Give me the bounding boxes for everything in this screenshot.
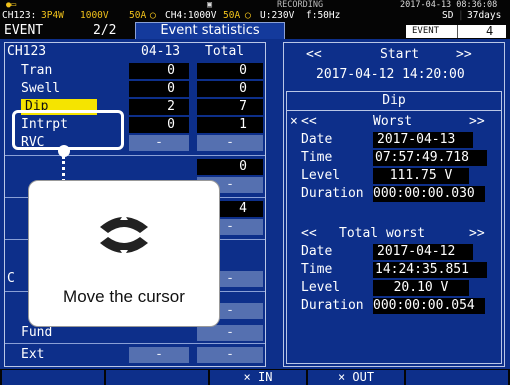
screen-title: Event statistics xyxy=(135,22,285,39)
detail-panel: << Start >> 2017-04-12 14:20:00 Dip × <<… xyxy=(283,42,505,367)
power-icon: ●▭ xyxy=(6,0,17,10)
worst-title: Worst xyxy=(373,114,413,129)
channel-bar: CH123: 3P4W 1000V 50A ◯ CH4:1000V 50A ◯ … xyxy=(0,10,510,22)
remaining-days: 37days xyxy=(467,10,502,21)
table-row[interactable]: Tran 0 0 xyxy=(5,61,265,81)
worst-level: 111.75 V xyxy=(373,168,469,184)
event-counter: EVENT 4 xyxy=(406,25,506,38)
storage-icon: ▣ xyxy=(207,0,213,10)
page-indicator: 2/2 xyxy=(93,23,117,38)
worst-level-label: Level xyxy=(301,168,341,183)
current-range-1: 50A xyxy=(129,10,147,21)
nominal-voltage: U:230V xyxy=(260,10,295,21)
tab-event[interactable]: EVENT xyxy=(4,22,43,39)
sd-label: SD xyxy=(442,10,454,21)
datetime: 2017-04-13 08:36:08 xyxy=(400,0,498,10)
total-worst-time-label: Time xyxy=(301,262,333,277)
start-datetime: 2017-04-12 14:20:00 xyxy=(316,67,465,82)
status-bar: ●▭ ▣ RECORDING 2017-04-13 08:36:08 xyxy=(0,0,510,10)
worst-date-label: Date xyxy=(301,132,333,147)
table-row[interactable]: Ext - - xyxy=(5,345,265,365)
function-key-bar: × IN × OUT xyxy=(0,369,510,385)
dip-box: Dip × << Worst >> Date 2017-04-13 Time 0… xyxy=(286,91,502,364)
dip-title: Dip xyxy=(287,92,501,111)
table-row[interactable]: 0 xyxy=(5,157,265,177)
total-worst-date-label: Date xyxy=(301,244,333,259)
f2-key[interactable] xyxy=(106,370,208,385)
popup-text: Move the cursor xyxy=(63,287,185,306)
total-worst-title: Total worst xyxy=(339,226,426,241)
f1-key[interactable] xyxy=(2,370,104,385)
ch4-range: CH4:1000V xyxy=(165,10,217,21)
table-header-channel: CH123 xyxy=(7,44,47,59)
cursor-help-popup: Move the cursor xyxy=(28,180,220,327)
clamp-icon: ◯ xyxy=(245,10,251,21)
total-worst-level-label: Level xyxy=(301,280,341,295)
worst-duration-label: Duration xyxy=(301,186,364,201)
wiring-label: 3P4W xyxy=(41,10,64,21)
start-next-button[interactable]: >> xyxy=(456,47,472,62)
channel-label: CH123: xyxy=(2,10,37,21)
f6-key[interactable] xyxy=(406,370,508,385)
start-title: Start xyxy=(380,47,420,62)
worst-prev-button[interactable]: << xyxy=(301,114,317,130)
tab-bar: EVENT 2/2 Event statistics EVENT 4 xyxy=(0,22,510,39)
event-counter-label: EVENT xyxy=(412,26,440,36)
total-worst-next-button[interactable]: >> xyxy=(469,226,485,242)
current-range-2: 50A xyxy=(223,10,241,21)
table-row[interactable]: Swell 0 0 xyxy=(5,79,265,99)
total-worst-level: 20.10 V xyxy=(373,280,469,296)
zoom-in-key[interactable]: × IN xyxy=(210,370,306,385)
zoom-out-key[interactable]: × OUT xyxy=(308,370,404,385)
callout-line xyxy=(62,156,68,182)
clamp-icon: ◯ xyxy=(150,10,156,21)
voltage-range: 1000V xyxy=(80,10,109,21)
start-prev-button[interactable]: << xyxy=(306,47,322,62)
worst-next-button[interactable]: >> xyxy=(469,114,485,130)
total-worst-duration: 000:00:00.054 xyxy=(373,298,485,314)
total-worst-prev-button[interactable]: << xyxy=(301,226,317,242)
total-worst-duration-label: Duration xyxy=(301,298,364,313)
worst-date: 2017-04-13 xyxy=(373,132,473,148)
table-header-total: Total xyxy=(205,44,245,59)
worst-duration: 000:00:00.030 xyxy=(373,186,485,202)
table-header-date: 04-13 xyxy=(141,44,181,59)
total-worst-date: 2017-04-12 xyxy=(373,244,473,260)
event-counter-value: 4 xyxy=(486,24,494,38)
worst-time: 07:57:49.718 xyxy=(373,150,487,166)
cursor-updown-icon xyxy=(94,205,154,265)
worst-mark-icon: × xyxy=(290,114,298,129)
frequency: f:50Hz xyxy=(306,10,341,21)
recording-label: RECORDING xyxy=(277,0,324,10)
total-worst-time: 14:24:35.851 xyxy=(373,262,487,278)
cursor-callout xyxy=(12,110,124,150)
worst-time-label: Time xyxy=(301,150,333,165)
